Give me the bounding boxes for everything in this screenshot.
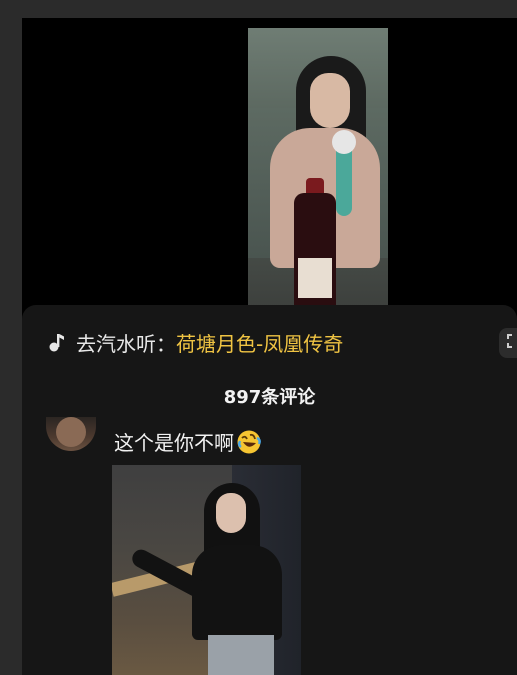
expand-icon	[506, 333, 517, 353]
comment-image[interactable]	[112, 465, 301, 675]
video-thumbnail-microphone-head	[332, 130, 356, 154]
comment-body: 这个是你不啊	[114, 427, 262, 456]
rolling-on-floor-laughing-emoji-icon	[236, 429, 262, 455]
comment-image-face	[216, 493, 246, 533]
music-note-icon	[46, 331, 68, 353]
expand-button[interactable]	[499, 328, 517, 358]
comment-count: 897条评论	[223, 387, 316, 408]
comment-image-body	[192, 545, 282, 640]
comment-panel: 去汽水听： 荷塘月色-凤凰传奇 897条评论 这个是你不啊	[22, 305, 517, 675]
music-link[interactable]: 去汽水听： 荷塘月色-凤凰传奇	[46, 327, 343, 357]
avatar-face	[56, 417, 86, 447]
video-thumbnail[interactable]	[248, 28, 388, 313]
comment-text: 这个是你不啊	[114, 431, 234, 455]
avatar[interactable]	[46, 417, 96, 451]
app-frame: 去汽水听： 荷塘月色-凤凰传奇 897条评论 这个是你不啊	[22, 18, 517, 675]
music-prefix-label: 去汽水听：	[76, 331, 176, 356]
music-title-link[interactable]: 荷塘月色-凤凰传奇	[176, 328, 343, 357]
video-thumbnail-face	[310, 73, 350, 128]
video-thumbnail-bottle-label	[298, 258, 332, 298]
video-player[interactable]	[22, 18, 517, 313]
comment-image-skirt	[208, 635, 274, 675]
